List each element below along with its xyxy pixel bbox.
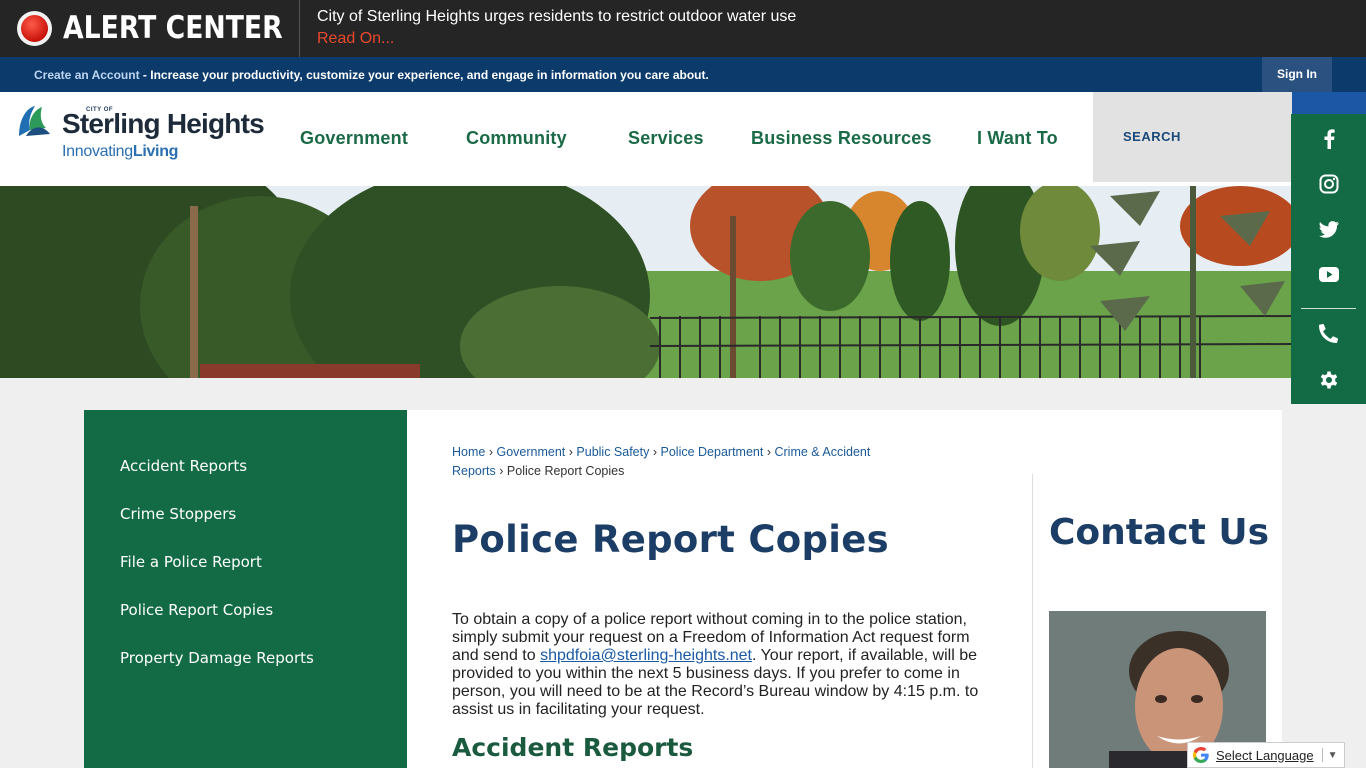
chevron-down-icon: ▼ [1327, 749, 1338, 761]
hero-scenery [0, 186, 1291, 378]
alert-center-button[interactable]: ALERT CENTER [0, 0, 300, 57]
logo-name: Sterling Heights [62, 108, 265, 139]
breadcrumb-separator: › [568, 445, 573, 459]
facebook-icon[interactable] [1291, 117, 1366, 161]
breadcrumb-current: Police Report Copies [506, 464, 625, 478]
accident-reports-heading: Accident Reports [452, 733, 694, 762]
main-content: Home › Government › Public Safety › Poli… [407, 410, 1282, 768]
contact-us-heading: Contact Us [1049, 512, 1270, 553]
intro-paragraph: To obtain a copy of a police report with… [452, 611, 992, 719]
nav-community[interactable]: Community [466, 128, 567, 149]
sidebar-item-crime-stoppers[interactable]: Crime Stoppers [120, 505, 236, 523]
alert-message[interactable]: City of Sterling Heights urges residents… [317, 8, 796, 26]
foia-email-link[interactable]: shpdfoia@sterling-heights.net [540, 647, 752, 664]
social-divider [1301, 308, 1356, 309]
translate-divider [1321, 748, 1323, 762]
account-tagline-text: Create an Account - Increase your produc… [34, 68, 709, 82]
logo-tagline: InnovatingLiving [62, 143, 178, 161]
instagram-icon[interactable] [1291, 162, 1366, 206]
section-sidebar: Accident Reports Crime Stoppers File a P… [84, 410, 407, 768]
nav-services[interactable]: Services [628, 128, 704, 149]
site-header: CITY OF Sterling Heights InnovatingLivin… [0, 92, 1292, 186]
breadcrumb-separator: › [488, 445, 493, 459]
alert-icon [17, 11, 52, 46]
sidebar-item-accident-reports[interactable]: Accident Reports [120, 457, 247, 475]
city-logo[interactable]: CITY OF Sterling Heights InnovatingLivin… [16, 102, 266, 172]
sidebar-item-property-damage-reports[interactable]: Property Damage Reports [120, 649, 314, 667]
breadcrumb-public-safety[interactable]: Public Safety [576, 445, 649, 459]
search-label: SEARCH [1123, 129, 1181, 144]
header-accent-strip [1292, 92, 1366, 114]
nav-government[interactable]: Government [300, 128, 408, 149]
breadcrumb: Home › Government › Public Safety › Poli… [452, 443, 902, 481]
sign-in-button[interactable]: Sign In [1262, 57, 1332, 92]
account-bar: Create an Account - Increase your produc… [0, 57, 1366, 92]
nav-i-want-to[interactable]: I Want To [977, 128, 1058, 149]
nav-business-resources[interactable]: Business Resources [751, 128, 932, 149]
account-tagline: - Increase your productivity, customize … [139, 68, 709, 82]
hero-banner-image [0, 186, 1291, 378]
logo-tagline-b: Living [132, 143, 179, 160]
breadcrumb-separator: › [766, 445, 771, 459]
select-language-label: Select Language [1216, 747, 1314, 763]
search-input[interactable]: SEARCH [1093, 92, 1292, 182]
google-icon [1193, 747, 1209, 763]
create-account-link[interactable]: Create an Account [34, 68, 140, 82]
sidebar-item-police-report-copies[interactable]: Police Report Copies [120, 601, 273, 619]
phone-icon[interactable] [1291, 311, 1366, 355]
breadcrumb-government[interactable]: Government [496, 445, 565, 459]
alert-bar: ALERT CENTER City of Sterling Heights ur… [0, 0, 1366, 57]
google-translate-select[interactable]: Select Language ▼ [1187, 742, 1345, 768]
alert-read-on-link[interactable]: Read On... [317, 30, 394, 48]
youtube-icon[interactable] [1291, 252, 1366, 296]
logo-mark-icon [19, 106, 50, 136]
gear-icon[interactable] [1291, 358, 1366, 402]
breadcrumb-home[interactable]: Home [452, 445, 485, 459]
sidebar-item-file-police-report[interactable]: File a Police Report [120, 553, 262, 571]
breadcrumb-police-department[interactable]: Police Department [661, 445, 764, 459]
page-title: Police Report Copies [452, 518, 889, 561]
column-divider [1032, 474, 1033, 768]
breadcrumb-separator: › [499, 464, 504, 478]
twitter-icon[interactable] [1291, 207, 1366, 251]
logo-tagline-a: Innovating [62, 143, 133, 160]
social-sidebar [1291, 114, 1366, 404]
alert-center-title: ALERT CENTER [63, 10, 283, 46]
breadcrumb-separator: › [652, 445, 658, 459]
